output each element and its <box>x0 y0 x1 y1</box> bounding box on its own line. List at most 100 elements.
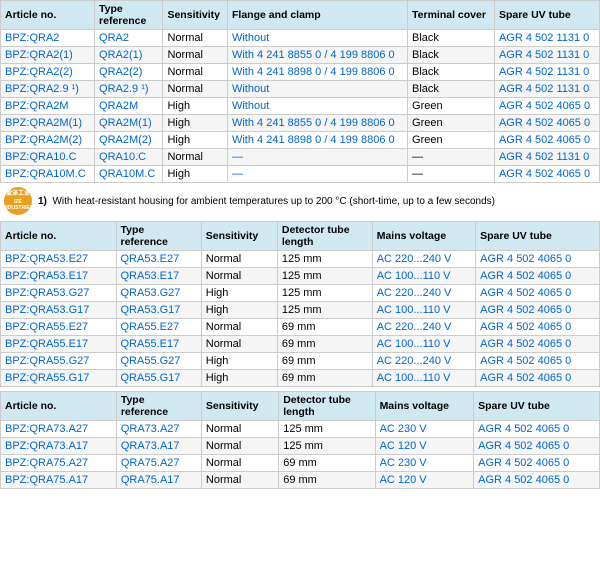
table-cell: QRA73.A17 <box>116 438 201 455</box>
col-detector-2: Detector tubelength <box>277 222 372 251</box>
table-cell: Normal <box>201 268 277 285</box>
table-cell: With 4 241 8855 0 / 4 199 8806 0 <box>227 47 407 64</box>
table-row: BPZ:QRA73.A17QRA73.A17Normal125 mmAC 120… <box>1 438 600 455</box>
table-cell: AGR 4 502 4065 0 <box>474 438 600 455</box>
table-cell: Black <box>408 30 495 47</box>
table-cell: High <box>201 285 277 302</box>
table-row: BPZ:QRA53.E17QRA53.E17Normal125 mmAC 100… <box>1 268 600 285</box>
table-cell: Normal <box>201 455 278 472</box>
table-cell: BPZ:QRA75.A27 <box>1 455 117 472</box>
col-flange-1: Flange and clamp <box>227 1 407 30</box>
table-cell: 125 mm <box>277 268 372 285</box>
table-cell: QRA10M.C <box>95 166 163 183</box>
table-cell: QRA55.G17 <box>116 370 201 387</box>
table-cell: Normal <box>163 81 228 98</box>
table-cell: AGR 4 502 4065 0 <box>494 166 599 183</box>
table-cell: High <box>201 370 277 387</box>
table-cell: AC 100...110 V <box>372 336 475 353</box>
table-cell: — <box>227 149 407 166</box>
table-cell: QRA75.A27 <box>116 455 201 472</box>
table-cell: Without <box>227 81 407 98</box>
table-cell: 125 mm <box>279 421 375 438</box>
table-cell: 69 mm <box>279 472 375 489</box>
table-cell: QRA55.G27 <box>116 353 201 370</box>
table-3: Article no. Typereference Sensitivity De… <box>0 391 600 489</box>
table-cell: BPZ:QRA73.A27 <box>1 421 117 438</box>
table-cell: 125 mm <box>277 302 372 319</box>
table-cell: BPZ:QRA55.G17 <box>1 370 117 387</box>
table-cell: AGR 4 502 1131 0 <box>494 149 599 166</box>
table-cell: AC 220...240 V <box>372 251 475 268</box>
table-cell: BPZ:QRA2M(2) <box>1 132 95 149</box>
table-cell: Black <box>408 81 495 98</box>
table-cell: BPZ:QRA10M.C <box>1 166 95 183</box>
table-cell: BPZ:QRA73.A17 <box>1 438 117 455</box>
table-cell: BPZ:QRA2 <box>1 30 95 47</box>
table-cell: AGR 4 502 1131 0 <box>494 47 599 64</box>
table-cell: High <box>163 115 228 132</box>
table-cell: BPZ:QRA53.G17 <box>1 302 117 319</box>
table-cell: AGR 4 502 4065 0 <box>476 370 600 387</box>
table-cell: AGR 4 502 1131 0 <box>494 64 599 81</box>
table-cell: Green <box>408 98 495 115</box>
col-spare-1: Spare UV tube <box>494 1 599 30</box>
col-mains-3: Mains voltage <box>375 392 474 421</box>
table-row: BPZ:QRA10M.CQRA10M.CHigh——AGR 4 502 4065… <box>1 166 600 183</box>
table-cell: AC 220...240 V <box>372 353 475 370</box>
col-article-1: Article no. <box>1 1 95 30</box>
table-cell: 125 mm <box>277 285 372 302</box>
table-cell: AGR 4 502 4065 0 <box>476 251 600 268</box>
table-row: BPZ:QRA55.G17QRA55.G17High69 mmAC 100...… <box>1 370 600 387</box>
table-row: BPZ:QRA2MQRA2MHighWithoutGreenAGR 4 502 … <box>1 98 600 115</box>
table-cell: QRA2 <box>95 30 163 47</box>
col-sensitivity-2: Sensitivity <box>201 222 277 251</box>
table-cell: AC 100...110 V <box>372 268 475 285</box>
table-cell: Black <box>408 47 495 64</box>
table-cell: BPZ:QRA55.E17 <box>1 336 117 353</box>
col-spare-2: Spare UV tube <box>476 222 600 251</box>
table-row: BPZ:QRA2.9 ¹)QRA2.9 ¹)NormalWithoutBlack… <box>1 81 600 98</box>
table-cell: Normal <box>201 336 277 353</box>
table-cell: With 4 241 8898 0 / 4 199 8806 0 <box>227 132 407 149</box>
table-cell: AGR 4 502 4065 0 <box>476 302 600 319</box>
table-row: BPZ:QRA2QRA2NormalWithoutBlackAGR 4 502 … <box>1 30 600 47</box>
table-cell: QRA53.G17 <box>116 302 201 319</box>
table-cell: BPZ:QRA2M <box>1 98 95 115</box>
table-cell: AGR 4 502 4065 0 <box>476 353 600 370</box>
table-row: BPZ:QRA2M(2)QRA2M(2)HighWith 4 241 8898 … <box>1 132 600 149</box>
table-cell: With 4 241 8855 0 / 4 199 8806 0 <box>227 115 407 132</box>
table-cell: Normal <box>163 30 228 47</box>
table-cell: BPZ:QRA55.E27 <box>1 319 117 336</box>
table-cell: 69 mm <box>277 370 372 387</box>
table-cell: BPZ:QRA2(1) <box>1 47 95 64</box>
table-cell: Normal <box>201 319 277 336</box>
table-row: BPZ:QRA53.E27QRA53.E27Normal125 mmAC 220… <box>1 251 600 268</box>
table-row: BPZ:QRA75.A27QRA75.A27Normal69 mmAC 230 … <box>1 455 600 472</box>
table-cell: QRA73.A27 <box>116 421 201 438</box>
table-cell: AGR 4 502 1131 0 <box>494 81 599 98</box>
table-cell: QRA2M(1) <box>95 115 163 132</box>
logo-english: IZE INDUSTRIES <box>3 199 33 211</box>
table-cell: High <box>163 166 228 183</box>
table-cell: AGR 4 502 4065 0 <box>494 98 599 115</box>
table-cell: QRA2(1) <box>95 47 163 64</box>
table-cell: AGR 4 502 4065 0 <box>474 472 600 489</box>
col-spare-3: Spare UV tube <box>474 392 600 421</box>
table-cell: Normal <box>201 251 277 268</box>
col-detector-3: Detector tubelength <box>279 392 375 421</box>
table-1: Article no. Typereference Sensitivity Fl… <box>0 0 600 183</box>
col-sensitivity-1: Sensitivity <box>163 1 228 30</box>
table-cell: 69 mm <box>279 455 375 472</box>
table-cell: High <box>163 132 228 149</box>
table-cell: AC 120 V <box>375 438 474 455</box>
table-cell: QRA2.9 ¹) <box>95 81 163 98</box>
col-type-1: Typereference <box>95 1 163 30</box>
table-cell: BPZ:QRA53.G27 <box>1 285 117 302</box>
table-cell: AGR 4 502 4065 0 <box>474 421 600 438</box>
table-cell: Normal <box>201 438 278 455</box>
table-cell: AGR 4 502 4065 0 <box>474 455 600 472</box>
table-cell: Without <box>227 98 407 115</box>
col-type-3: Typereference <box>116 392 201 421</box>
table-cell: BPZ:QRA53.E17 <box>1 268 117 285</box>
table-cell: 125 mm <box>279 438 375 455</box>
